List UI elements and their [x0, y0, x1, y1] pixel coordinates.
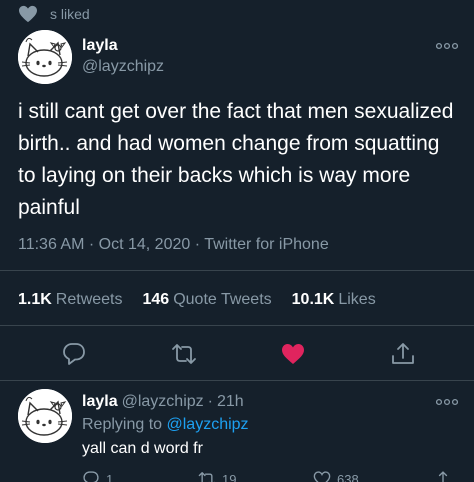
liked-by-text[interactable]: s liked	[50, 6, 90, 22]
share-icon	[438, 471, 448, 482]
reply-like-count: 638	[337, 471, 359, 482]
tweet-source[interactable]: Twitter for iPhone	[204, 236, 329, 253]
reply-avatar[interactable]	[18, 389, 72, 443]
reply-reply-count: 1	[106, 471, 114, 482]
avatar[interactable]	[18, 30, 72, 84]
likes-stat[interactable]: 10.1K Likes	[292, 291, 376, 309]
heart-icon	[19, 5, 37, 23]
retweet-icon	[198, 472, 216, 482]
quote-tweets-count: 146	[142, 291, 170, 308]
tweet-date[interactable]: Oct 14, 2020	[99, 236, 191, 253]
more-icon[interactable]	[436, 42, 458, 50]
replying-mention[interactable]: @layzchipz	[167, 416, 249, 433]
reply-author-handle[interactable]: @layzchipz	[122, 393, 204, 410]
like-icon[interactable]	[280, 341, 306, 367]
divider	[0, 380, 474, 381]
author-handle[interactable]: @layzchipz	[82, 58, 164, 76]
reply-author-name[interactable]: layla	[82, 393, 118, 410]
meta-separator: ·	[88, 236, 99, 253]
reply-icon	[83, 471, 99, 482]
tweet-detail-page: s liked layla @layzchipz i still cant ge…	[0, 0, 474, 482]
reply-retweet-action[interactable]: 19	[198, 470, 236, 482]
reply-age[interactable]: 21h	[217, 393, 244, 410]
divider	[0, 270, 474, 271]
tweet-text: i still cant get over the fact that men …	[18, 100, 454, 219]
meta-separator: ·	[207, 393, 213, 410]
quote-tweets-label: Quote Tweets	[173, 291, 272, 308]
divider	[0, 325, 474, 326]
tweet-meta: 11:36 AM · Oct 14, 2020 · Twitter for iP…	[18, 236, 329, 254]
meta-separator: ·	[194, 236, 205, 253]
retweets-label: Retweets	[55, 291, 123, 308]
retweets-count: 1.1K	[18, 291, 52, 308]
quote-tweets-stat[interactable]: 146 Quote Tweets	[143, 291, 272, 309]
retweets-stat[interactable]: 1.1K Retweets	[18, 291, 123, 309]
social-context: s liked	[18, 4, 90, 24]
likes-label: Likes	[338, 291, 376, 308]
more-icon[interactable]	[436, 398, 458, 406]
reply-header: layla @layzchipz · 21h	[82, 393, 244, 411]
replying-to: Replying to @layzchipz	[82, 416, 249, 434]
retweet-icon[interactable]	[171, 341, 197, 367]
reply-like-action[interactable]: 638	[313, 470, 359, 482]
share-icon[interactable]	[390, 341, 416, 367]
replying-label: Replying to	[82, 416, 163, 433]
hello-kitty-avatar-image	[18, 30, 72, 84]
reply-reply-action[interactable]: 1	[82, 470, 113, 482]
reply-text: yall can d word fr	[82, 440, 203, 457]
engagement-stats: 1.1K Retweets 146 Quote Tweets 10.1K Likes	[18, 291, 396, 309]
reply-icon[interactable]	[61, 341, 87, 367]
reply-retweet-count: 19	[222, 471, 237, 482]
like-icon	[313, 471, 331, 482]
author-name[interactable]: layla	[82, 37, 118, 55]
hello-kitty-avatar-image	[18, 389, 72, 443]
likes-count: 10.1K	[291, 291, 335, 308]
tweet-time[interactable]: 11:36 AM	[18, 236, 84, 253]
reply-share-action[interactable]	[434, 470, 458, 482]
